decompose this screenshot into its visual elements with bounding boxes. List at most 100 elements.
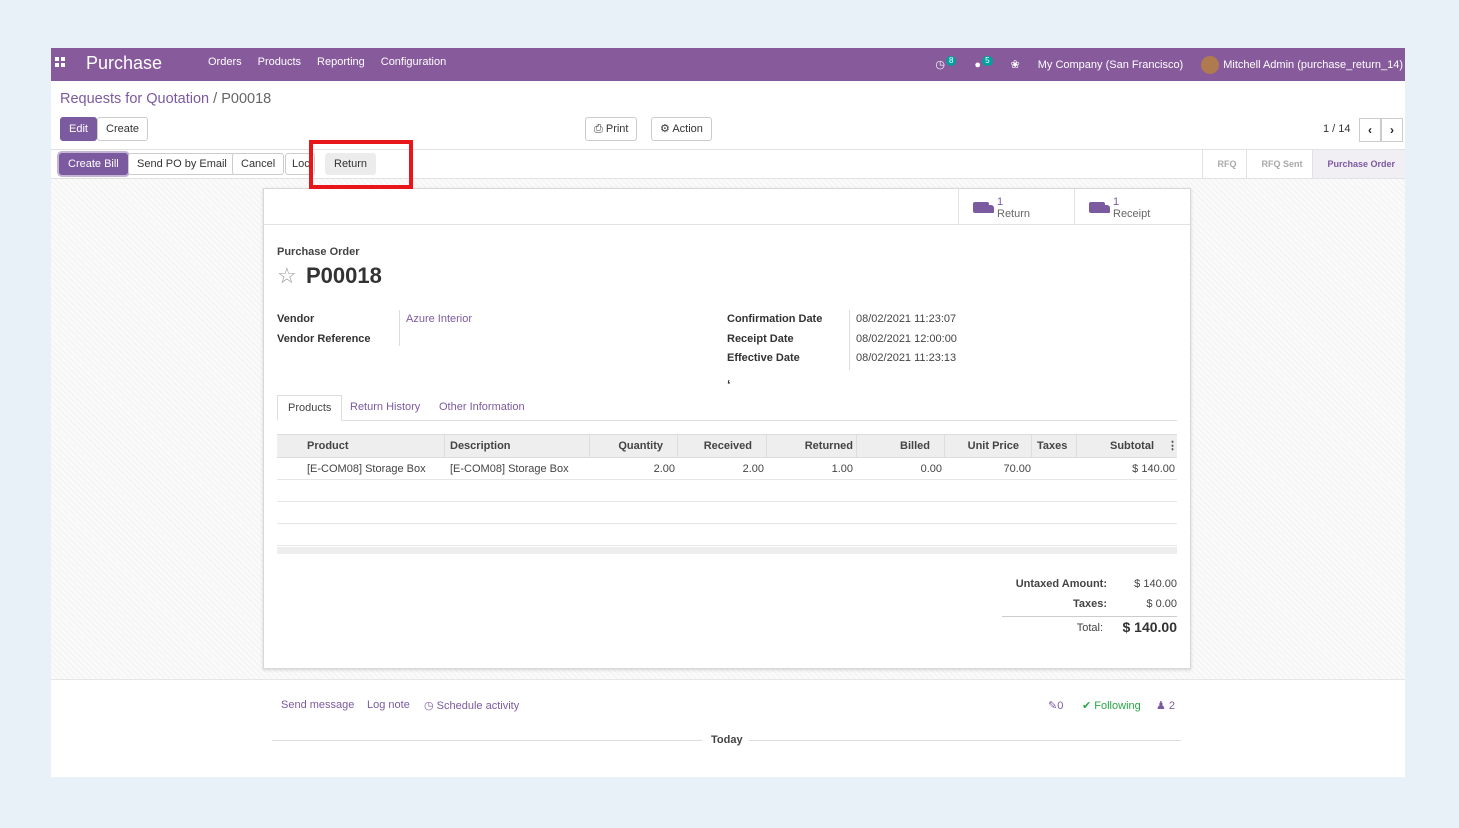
chatter: Send message Log note ◷ Schedule activit… (51, 679, 1405, 777)
star-icon[interactable]: ☆ (277, 263, 297, 289)
menu-configuration[interactable]: Configuration (381, 56, 446, 68)
user-menu[interactable]: Mitchell Admin (purchase_return_14) (1201, 55, 1403, 74)
attachment-count: 0 (1057, 700, 1064, 712)
app-menu-icon[interactable] (55, 57, 65, 67)
cell-returned[interactable]: 1.00 (766, 458, 853, 480)
table-row-empty (277, 524, 1177, 546)
untaxed-amount-value: $ 140.00 (1134, 578, 1177, 590)
column-divider (1031, 435, 1032, 457)
comments-icon: ● (974, 58, 982, 71)
confirmation-date-label: Confirmation Date (727, 313, 823, 325)
truck-icon (1089, 202, 1110, 213)
check-icon: ✔ (1082, 700, 1095, 712)
tab-return-history[interactable]: Return History (340, 395, 430, 421)
message-badge: 5 (982, 55, 993, 66)
cell-billed[interactable]: 0.00 (856, 458, 942, 480)
app-window: Purchase Orders Products Reporting Confi… (51, 48, 1405, 777)
menu-reporting[interactable]: Reporting (317, 56, 365, 68)
company-switcher[interactable]: My Company (San Francisco) (1038, 59, 1184, 71)
breadcrumb-current: P00018 (221, 91, 272, 107)
following-label: Following (1094, 700, 1141, 712)
cell-quantity[interactable]: 2.00 (589, 458, 675, 480)
activity-menu[interactable]: ◷ 8 (935, 56, 957, 71)
effective-date-field[interactable]: 08/02/2021 11:23:13 (856, 352, 956, 364)
confirmation-date-field[interactable]: 08/02/2021 11:23:07 (856, 313, 956, 325)
pager-previous-button[interactable]: ‹ (1359, 118, 1381, 142)
pager-next-button[interactable]: › (1381, 118, 1403, 142)
cell-product[interactable]: [E-COM08] Storage Box (307, 458, 426, 480)
breadcrumb-parent[interactable]: Requests for Quotation (60, 91, 209, 107)
gear-icon: ⚙ (660, 123, 673, 135)
create-bill-button[interactable]: Create Bill (59, 153, 128, 175)
menu-orders[interactable]: Orders (208, 56, 242, 68)
col-quantity[interactable]: Quantity (589, 435, 663, 457)
breadcrumb: Requests for Quotation / P00018 (60, 91, 271, 107)
cell-unit-price[interactable]: 70.00 (944, 458, 1031, 480)
activity-badge: 8 (945, 56, 957, 66)
send-message-button[interactable]: Send message (281, 699, 354, 711)
followers-button[interactable]: ♟ 2 (1156, 699, 1175, 712)
clock-icon: ◷ (935, 59, 945, 71)
table-row-empty (277, 502, 1177, 524)
app-brand[interactable]: Purchase (86, 53, 162, 74)
following-button[interactable]: ✔ Following (1082, 699, 1141, 712)
breadcrumb-separator: / (209, 91, 222, 107)
schedule-activity-button[interactable]: ◷ Schedule activity (424, 699, 519, 712)
divider (749, 740, 1181, 741)
column-options-icon[interactable]: ⋮ (1167, 435, 1178, 457)
vendor-field[interactable]: Azure Interior (406, 313, 472, 325)
receipt-date-field[interactable]: 08/02/2021 12:00:00 (856, 333, 957, 345)
col-received[interactable]: Received (677, 435, 752, 457)
action-button[interactable]: ⚙ Action (651, 117, 712, 141)
tab-products[interactable]: Products (277, 395, 343, 421)
cell-received[interactable]: 2.00 (677, 458, 764, 480)
stray-mark: ‘ (727, 377, 731, 392)
col-product[interactable]: Product (307, 435, 349, 457)
field-divider (399, 310, 400, 346)
tab-other-information[interactable]: Other Information (429, 395, 535, 421)
attachments-button[interactable]: ✎0 (1048, 699, 1063, 712)
user-name: Mitchell Admin (purchase_return_14) (1223, 58, 1403, 71)
vendor-reference-label: Vendor Reference (277, 333, 371, 345)
today-separator: Today (711, 734, 743, 746)
stage-rfq-sent[interactable]: RFQ Sent (1246, 150, 1312, 178)
log-note-button[interactable]: Log note (367, 699, 410, 711)
col-unit-price[interactable]: Unit Price (944, 435, 1019, 457)
vendor-label: Vendor (277, 313, 315, 325)
table-header: Product Description Quantity Received Re… (277, 434, 1178, 458)
bug-icon[interactable]: ❀ (1011, 58, 1020, 71)
print-icon: ⎙ (594, 123, 606, 135)
cell-subtotal[interactable]: $ 140.00 (1076, 458, 1175, 480)
cancel-button[interactable]: Cancel (232, 153, 285, 175)
total-value: $ 140.00 (1122, 619, 1178, 635)
col-taxes[interactable]: Taxes (1037, 435, 1067, 457)
clock-icon: ◷ (424, 700, 437, 712)
user-icon: ♟ (1156, 700, 1169, 712)
return-smart-button[interactable]: 1 Return (958, 189, 1074, 225)
receipt-date-label: Receipt Date (727, 333, 794, 345)
col-billed[interactable]: Billed (856, 435, 930, 457)
smart-button-box: 1 Return 1 Receipt (264, 189, 1190, 225)
create-button[interactable]: Create (97, 117, 149, 141)
return-label: Return (997, 208, 1031, 220)
menu-products[interactable]: Products (258, 56, 301, 68)
taxes-value: $ 0.00 (1146, 598, 1177, 610)
chevron-left-icon: ‹ (1368, 123, 1372, 137)
col-description[interactable]: Description (450, 435, 511, 457)
stage-rfq[interactable]: RFQ (1202, 150, 1246, 178)
totals-divider (1002, 616, 1177, 617)
edit-button[interactable]: Edit (60, 117, 97, 141)
page-title: P00018 (306, 263, 382, 288)
return-count: 1 (997, 196, 1004, 208)
action-label: Action (672, 123, 703, 135)
pager-value[interactable]: 1 / 14 (1323, 123, 1351, 135)
print-button[interactable]: ⎙ Print (585, 117, 638, 141)
messaging-menu[interactable]: ● 5 (974, 55, 993, 71)
send-po-email-button[interactable]: Send PO by Email (128, 153, 236, 175)
status-bar: Create Bill Send PO by Email Cancel Loc … (51, 149, 1405, 179)
col-returned[interactable]: Returned (766, 435, 853, 457)
table-row[interactable]: [E-COM08] Storage Box [E-COM08] Storage … (277, 458, 1177, 480)
col-subtotal[interactable]: Subtotal (1076, 435, 1154, 457)
receipt-smart-button[interactable]: 1 Receipt (1074, 189, 1190, 225)
cell-description[interactable]: [E-COM08] Storage Box (450, 458, 569, 480)
